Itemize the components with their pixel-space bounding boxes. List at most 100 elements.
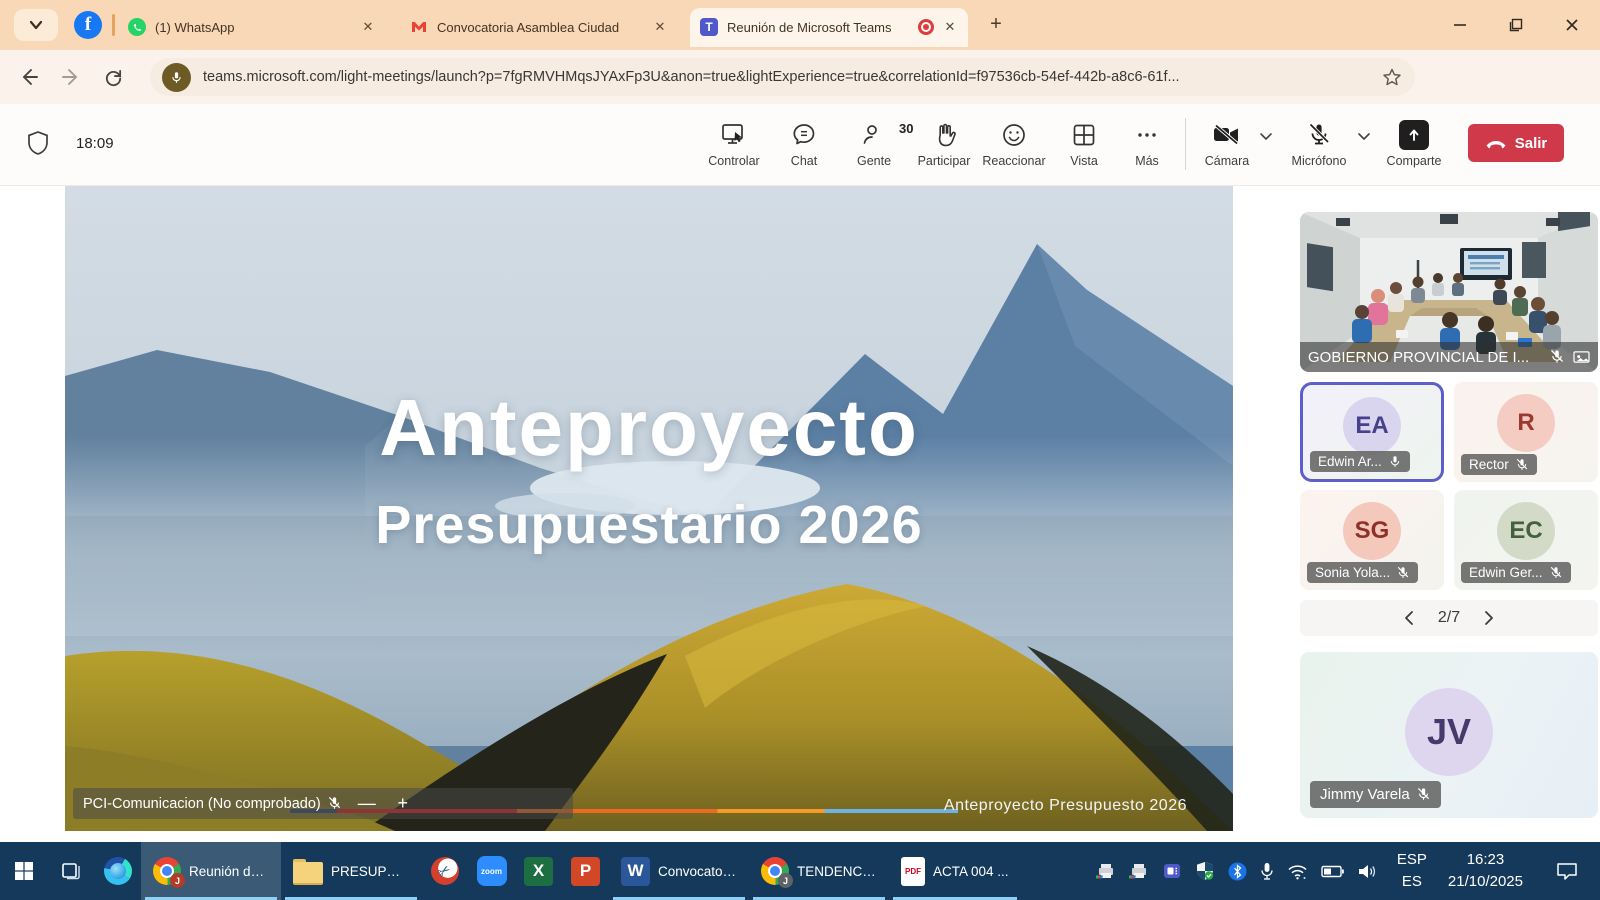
tab-gmail[interactable]: Convocatoria Asamblea Ciudad ✕ bbox=[400, 8, 678, 46]
new-tab-button[interactable]: + bbox=[984, 13, 1008, 37]
maximize-button[interactable] bbox=[1488, 0, 1544, 50]
folder-icon bbox=[293, 859, 323, 883]
zoom-app-button[interactable]: zoom bbox=[468, 842, 515, 900]
teams-icon: T bbox=[700, 18, 718, 36]
contacts-app-icon[interactable] bbox=[1162, 862, 1182, 880]
previous-page-icon[interactable] bbox=[1402, 610, 1416, 626]
bluetooth-icon[interactable] bbox=[1228, 862, 1247, 881]
minimize-button[interactable] bbox=[1432, 0, 1488, 50]
share-button[interactable]: Comparte bbox=[1374, 114, 1454, 168]
excel-button[interactable]: X bbox=[515, 842, 562, 900]
taskbar-app-chrome-second[interactable]: J TENDENCI... bbox=[749, 842, 889, 900]
participant-name: Jimmy Varela bbox=[1320, 786, 1410, 803]
toolbar-divider bbox=[1185, 118, 1186, 170]
powerpoint-button[interactable]: P bbox=[562, 842, 609, 900]
taskbar-clock[interactable]: 16:23 21/10/2025 bbox=[1448, 849, 1523, 894]
presenter-overlay-bar: PCI-Comunicacion (No comprobado) — + bbox=[73, 788, 573, 819]
participant-name: Edwin Ger... bbox=[1469, 565, 1543, 580]
smiley-icon bbox=[1001, 122, 1027, 148]
excel-icon: X bbox=[524, 857, 553, 886]
volume-icon[interactable] bbox=[1357, 863, 1378, 880]
rail-pagination: 2/7 bbox=[1300, 600, 1598, 636]
raise-hand-button[interactable]: Participar bbox=[909, 114, 979, 168]
zoom-in-button[interactable]: + bbox=[392, 793, 414, 814]
leave-button[interactable]: Salir bbox=[1468, 124, 1564, 162]
avatar: EA bbox=[1343, 397, 1401, 455]
bookmark-star-icon[interactable] bbox=[1381, 67, 1403, 88]
printer-icon[interactable] bbox=[1129, 862, 1149, 880]
language-indicator[interactable]: ESP ES bbox=[1397, 849, 1427, 894]
address-bar[interactable]: teams.microsoft.com/light-meetings/launc… bbox=[150, 58, 1415, 96]
participant-name: Edwin Ar... bbox=[1318, 454, 1382, 469]
participant-tile-edwin-ar[interactable]: EA Edwin Ar... bbox=[1300, 382, 1444, 482]
windows-logo-icon bbox=[14, 861, 34, 881]
back-button[interactable] bbox=[12, 60, 46, 94]
more-button[interactable]: Más bbox=[1119, 114, 1175, 168]
featured-video-tile[interactable]: GOBIERNO PROVINCIAL DE I... bbox=[1300, 212, 1598, 372]
share-screen-icon bbox=[1399, 120, 1429, 150]
taskbar-app-folder[interactable]: PRESUPUES... bbox=[281, 842, 421, 900]
leave-label: Salir bbox=[1515, 135, 1548, 152]
participant-tile-jimmy[interactable]: JV Jimmy Varela bbox=[1300, 652, 1598, 818]
task-view-icon bbox=[60, 861, 82, 881]
camera-options-chevron[interactable] bbox=[1258, 128, 1274, 149]
mic-muted-icon bbox=[327, 796, 342, 811]
back-icon bbox=[19, 67, 39, 87]
shield-icon[interactable] bbox=[26, 130, 50, 156]
next-page-icon[interactable] bbox=[1482, 610, 1496, 626]
people-icon bbox=[861, 122, 887, 148]
page-indicator: 2/7 bbox=[1438, 609, 1460, 627]
presenter-name: PCI-Comunicacion (No comprobado) bbox=[83, 796, 321, 812]
tab-search-button[interactable] bbox=[14, 9, 58, 41]
windows-defender-icon[interactable] bbox=[1195, 861, 1215, 881]
people-button[interactable]: 30 Gente bbox=[839, 114, 909, 168]
taskbar-app-chrome-meeting[interactable]: J Reunión de... bbox=[141, 842, 281, 900]
action-center-button[interactable] bbox=[1544, 861, 1590, 881]
control-button[interactable]: Controlar bbox=[699, 114, 769, 168]
mic-muted-icon bbox=[1515, 458, 1529, 472]
react-button[interactable]: Reaccionar bbox=[979, 114, 1049, 168]
tab-close-icon[interactable]: ✕ bbox=[942, 19, 958, 35]
taskbar-app-pdf[interactable]: PDF ACTA 004 ... bbox=[889, 842, 1021, 900]
tab-teams-active[interactable]: T Reunión de Microsoft Teams ✕ bbox=[690, 8, 968, 46]
start-button[interactable] bbox=[0, 842, 47, 900]
camera-off-icon bbox=[1212, 122, 1242, 148]
mic-muted-icon bbox=[1396, 566, 1410, 580]
taskbar-app-word[interactable]: W Convocator... bbox=[609, 842, 749, 900]
wifi-icon[interactable] bbox=[1287, 863, 1308, 880]
edge-icon[interactable] bbox=[94, 842, 141, 900]
shared-presentation-slide: Anteproyecto Presupuestario 2026 Antepro… bbox=[65, 186, 1233, 831]
view-button[interactable]: Vista bbox=[1049, 114, 1119, 168]
slide-footer-text: Anteproyecto Presupuesto 2026 bbox=[944, 797, 1187, 815]
snipping-tool-button[interactable]: ✂ bbox=[421, 842, 468, 900]
tab-title: Reunión de Microsoft Teams bbox=[727, 20, 910, 35]
zoom-out-button[interactable]: — bbox=[356, 793, 378, 814]
tab-whatsapp[interactable]: (1) WhatsApp ✕ bbox=[118, 8, 386, 46]
tab-close-icon[interactable]: ✕ bbox=[652, 19, 668, 35]
participant-tile-rector[interactable]: R Rector bbox=[1454, 382, 1598, 482]
tab-close-icon[interactable]: ✕ bbox=[360, 19, 376, 35]
site-mic-permission-icon[interactable] bbox=[162, 63, 191, 92]
featured-participant-name: GOBIERNO PROVINCIAL DE I... bbox=[1308, 349, 1541, 366]
close-window-button[interactable] bbox=[1544, 0, 1600, 50]
tray-mic-icon[interactable] bbox=[1260, 862, 1274, 881]
zoom-app-icon: zoom bbox=[477, 856, 507, 886]
camera-button[interactable]: Cámara bbox=[1196, 114, 1258, 168]
mic-options-chevron[interactable] bbox=[1356, 128, 1372, 149]
chevron-down-icon bbox=[1258, 128, 1274, 144]
grid-view-icon bbox=[1071, 122, 1097, 148]
mic-on-icon bbox=[1388, 455, 1402, 469]
participant-tile-sonia[interactable]: SG Sonia Yola... bbox=[1300, 490, 1444, 590]
pinned-tab-facebook[interactable]: f bbox=[74, 11, 102, 39]
reload-button[interactable] bbox=[96, 60, 130, 94]
printer-icon[interactable] bbox=[1096, 862, 1116, 880]
battery-icon[interactable] bbox=[1321, 865, 1344, 878]
reload-icon bbox=[104, 68, 123, 87]
scissors-icon: ✂ bbox=[434, 860, 455, 882]
task-view-button[interactable] bbox=[47, 842, 94, 900]
forward-button[interactable] bbox=[54, 60, 88, 94]
slide-title: Anteproyecto bbox=[65, 382, 1233, 474]
participant-tile-edwin-ger[interactable]: EC Edwin Ger... bbox=[1454, 490, 1598, 590]
microphone-button[interactable]: Micrófono bbox=[1282, 114, 1356, 168]
chat-button[interactable]: Chat bbox=[769, 114, 839, 168]
